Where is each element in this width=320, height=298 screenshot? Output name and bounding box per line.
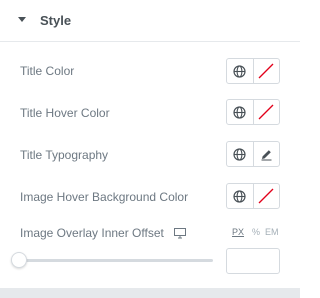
offset-value-input[interactable] (226, 248, 280, 274)
unit-px-option[interactable]: PX (232, 227, 244, 237)
title-hover-color-control (226, 99, 280, 125)
globe-icon (233, 64, 246, 78)
caret-down-icon (18, 17, 26, 22)
title-hover-color-global-button[interactable] (227, 100, 254, 124)
title-typography-control (226, 141, 280, 167)
title-hover-color-label: Title Hover Color (20, 106, 110, 120)
pencil-icon (261, 149, 272, 160)
image-hover-bg-color-label: Image Hover Background Color (20, 190, 189, 204)
panel-footer-divider (0, 288, 300, 298)
style-section-header[interactable]: Style (0, 0, 300, 42)
globe-icon (233, 105, 246, 119)
no-color-swatch (258, 63, 274, 79)
image-hover-bg-color-control (226, 183, 280, 209)
no-color-swatch (258, 104, 274, 120)
image-hover-bg-color-global-button[interactable] (227, 184, 254, 208)
title-hover-color-picker[interactable] (254, 100, 280, 124)
image-hover-bg-color-picker[interactable] (254, 184, 280, 208)
title-typography-label: Title Typography (20, 148, 109, 162)
section-title: Style (40, 13, 72, 28)
title-color-label: Title Color (20, 64, 75, 78)
title-color-global-button[interactable] (227, 59, 254, 83)
unit-em-option[interactable]: EM (265, 227, 279, 237)
unit-percent-option[interactable]: % (252, 227, 260, 237)
no-color-swatch (258, 188, 274, 204)
offset-slider-track[interactable] (20, 259, 213, 262)
title-typography-global-button[interactable] (227, 142, 254, 166)
globe-icon (233, 189, 246, 203)
title-typography-edit-button[interactable] (254, 142, 280, 166)
title-color-picker[interactable] (254, 59, 280, 83)
title-color-control (226, 58, 280, 84)
image-overlay-inner-offset-label: Image Overlay Inner Offset (20, 226, 164, 240)
globe-icon (233, 147, 246, 161)
offset-slider-handle[interactable] (11, 252, 27, 268)
monitor-icon[interactable] (174, 226, 186, 244)
